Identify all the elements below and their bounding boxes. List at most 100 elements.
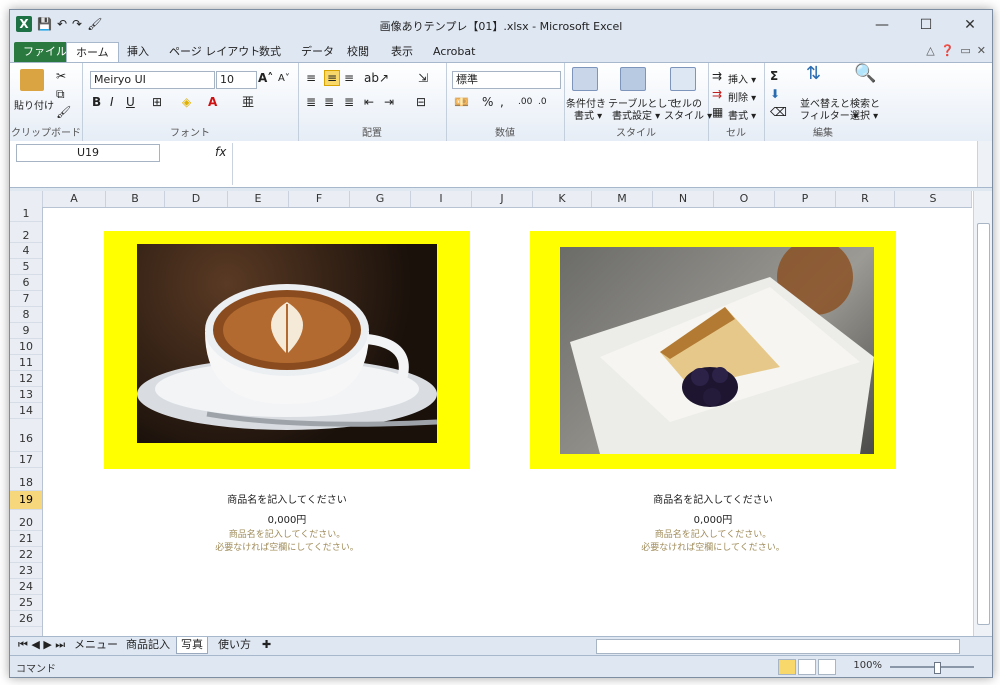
decrease-indent-icon[interactable]: ⇤	[364, 95, 374, 109]
grow-font-icon[interactable]: A˄	[258, 71, 273, 85]
column-header[interactable]: O	[714, 191, 775, 207]
restore-window-icon[interactable]: ▭	[960, 44, 970, 57]
help-icon[interactable]: ❓	[941, 44, 955, 57]
phonetic-icon[interactable]: 亜	[242, 95, 254, 109]
horizontal-scrollbar[interactable]	[596, 639, 960, 654]
formula-input[interactable]	[232, 143, 973, 185]
row-header[interactable]: 17	[10, 452, 42, 468]
row-header[interactable]: 11	[10, 355, 42, 371]
row-header[interactable]: 7	[10, 291, 42, 307]
fill-color-icon[interactable]: ◈	[182, 95, 191, 109]
zoom-level[interactable]: 100%	[853, 660, 882, 671]
row-header[interactable]: 9	[10, 323, 42, 339]
vertical-scroll-thumb[interactable]	[977, 223, 990, 625]
row-header[interactable]: 1	[10, 207, 42, 222]
row-header-selected[interactable]: 19	[10, 491, 42, 510]
font-size-select[interactable]: 10	[216, 71, 257, 89]
column-header[interactable]: D	[165, 191, 228, 207]
column-header[interactable]: M	[592, 191, 653, 207]
autosum-icon[interactable]: Σ	[770, 69, 778, 83]
paste-button[interactable]: 貼り付け	[14, 97, 54, 112]
align-center-icon[interactable]: ≣	[324, 95, 334, 109]
select-all-corner[interactable]	[10, 191, 43, 207]
percent-icon[interactable]: %	[482, 95, 493, 109]
product-price-1[interactable]: 0,000円	[104, 511, 470, 526]
photo-frame-1[interactable]	[104, 231, 470, 469]
cheesecake-photo[interactable]	[560, 247, 874, 454]
tab-home[interactable]: ホーム	[66, 42, 119, 63]
clear-icon[interactable]: ⌫	[770, 105, 787, 119]
conditional-format-button-line2[interactable]: 書式 ▾	[574, 107, 602, 122]
tab-review[interactable]: 校閲	[338, 42, 378, 62]
zoom-slider-knob[interactable]	[934, 662, 941, 674]
insert-cells-icon[interactable]: ⇉	[712, 69, 722, 83]
align-top-icon[interactable]: ≡	[306, 71, 316, 85]
comma-icon[interactable]: ,	[500, 95, 504, 109]
align-middle-icon[interactable]: ≡	[324, 70, 341, 86]
tab-acrobat[interactable]: Acrobat	[424, 42, 484, 62]
tab-formulas[interactable]: 数式	[250, 42, 290, 62]
row-header[interactable]: 6	[10, 275, 42, 291]
delete-cells-icon[interactable]: ⇉	[712, 87, 722, 101]
product-note-2b[interactable]: 必要なければ空欄にしてください。	[530, 542, 896, 555]
product-name-2[interactable]: 商品名を記入してください	[530, 491, 896, 506]
insert-cells-button[interactable]: 挿入 ▾	[728, 71, 756, 86]
fx-icon[interactable]: fx	[215, 145, 226, 159]
align-bottom-icon[interactable]: ≡	[344, 71, 354, 85]
row-header[interactable]: 2	[10, 222, 42, 243]
currency-icon[interactable]: 💴	[454, 95, 469, 109]
format-cells-icon[interactable]: ▦	[712, 105, 723, 119]
new-sheet-icon[interactable]: ✚	[258, 637, 275, 653]
row-header[interactable]: 10	[10, 339, 42, 355]
delete-cells-button[interactable]: 削除 ▾	[728, 89, 756, 104]
page-layout-view-icon[interactable]	[798, 659, 816, 675]
font-color-icon[interactable]: A	[208, 95, 217, 109]
find-select-button-line2[interactable]: 選択 ▾	[850, 107, 878, 122]
row-header[interactable]: 26	[10, 611, 42, 627]
orientation-icon[interactable]: ab↗	[364, 71, 389, 85]
column-header[interactable]: B	[106, 191, 165, 207]
column-header[interactable]: P	[775, 191, 836, 207]
column-header[interactable]: G	[350, 191, 411, 207]
sheet-tab[interactable]: メニュー	[70, 637, 122, 653]
close-button[interactable]: ✕	[948, 10, 992, 40]
cell-styles-button-line2[interactable]: スタイル ▾	[664, 107, 712, 122]
sheet-tab-active[interactable]: 写真	[176, 637, 208, 654]
zoom-slider[interactable]	[890, 662, 974, 674]
underline-icon[interactable]: U	[126, 95, 135, 109]
close-workbook-icon[interactable]: ✕	[977, 44, 986, 57]
column-header[interactable]: N	[653, 191, 714, 207]
column-header[interactable]: J	[472, 191, 533, 207]
minimize-button[interactable]: —	[860, 10, 904, 40]
sort-filter-icon[interactable]: ⇅	[806, 65, 821, 83]
find-select-icon[interactable]: 🔍	[854, 65, 876, 83]
vertical-scrollbar[interactable]	[973, 191, 992, 636]
cut-icon[interactable]: ✂	[56, 69, 66, 83]
merge-center-icon[interactable]: ⊟	[416, 95, 426, 109]
row-header[interactable]: 4	[10, 243, 42, 259]
column-header[interactable]: F	[289, 191, 350, 207]
coffee-photo[interactable]	[137, 244, 437, 443]
column-header[interactable]: E	[228, 191, 289, 207]
row-header[interactable]: 8	[10, 307, 42, 323]
collapse-ribbon-icon[interactable]: △	[926, 44, 934, 57]
row-header[interactable]: 24	[10, 579, 42, 595]
border-icon[interactable]: ⊞	[152, 95, 162, 109]
tab-insert[interactable]: 挿入	[118, 42, 158, 62]
row-header[interactable]: 25	[10, 595, 42, 611]
decrease-decimal-icon[interactable]: .0	[538, 95, 547, 109]
column-header[interactable]: A	[43, 191, 106, 207]
maximize-button[interactable]: ☐	[904, 10, 948, 40]
product-note-2a[interactable]: 商品名を記入してください。	[530, 529, 896, 542]
product-note-1b[interactable]: 必要なければ空欄にしてください。	[104, 542, 470, 555]
copy-icon[interactable]: ⧉	[56, 87, 65, 101]
format-as-table-button-line2[interactable]: 書式設定 ▾	[612, 107, 660, 122]
row-header[interactable]: 23	[10, 563, 42, 579]
bold-icon[interactable]: B	[92, 95, 101, 109]
column-header[interactable]: K	[533, 191, 592, 207]
wrap-text-icon[interactable]: ⇲	[418, 71, 428, 85]
row-header[interactable]: 13	[10, 387, 42, 403]
row-header[interactable]: 21	[10, 531, 42, 547]
row-header[interactable]: 5	[10, 259, 42, 275]
sheet-tab[interactable]: 使い方	[214, 637, 255, 653]
